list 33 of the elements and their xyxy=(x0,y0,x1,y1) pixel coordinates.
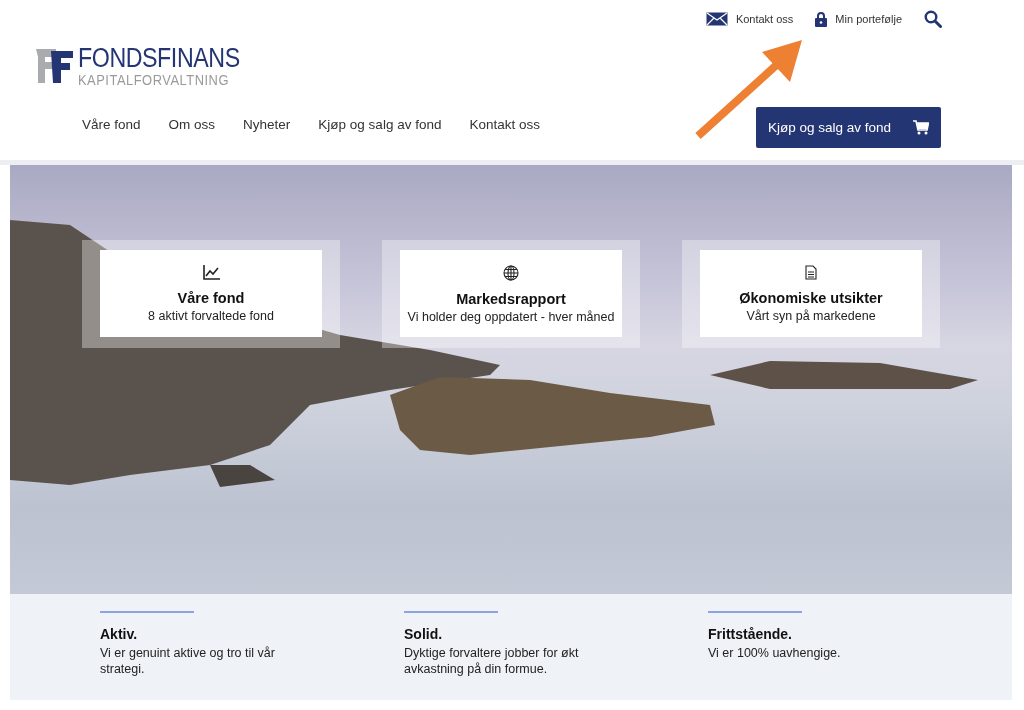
buy-sell-button[interactable]: Kjøp og salg av fond xyxy=(756,107,941,148)
globe-icon xyxy=(503,265,519,281)
nav-link[interactable]: Nyheter xyxy=(243,117,291,132)
nav-link[interactable]: Våre fond xyxy=(82,117,141,132)
card-title: Våre fond xyxy=(177,290,245,306)
top-link[interactable]: Min portefølje xyxy=(815,11,902,27)
logo-name: FONDSFINANS xyxy=(78,45,240,72)
card-subtitle: 8 aktivt forvaltede fond xyxy=(148,309,274,323)
card-subtitle: Vi holder deg oppdatert - hver måned xyxy=(407,310,615,324)
top-link[interactable]: Kontakt oss xyxy=(705,12,794,26)
card-title: Økonomiske utsikter xyxy=(739,290,883,306)
nav-link[interactable]: Kontakt oss xyxy=(469,117,540,132)
info-card[interactable]: Våre fond 8 aktivt forvaltede fond xyxy=(100,250,322,337)
nav-link[interactable]: Kjøp og salg av fond xyxy=(318,117,442,132)
line-chart-icon xyxy=(202,265,220,280)
feature-text: Dyktige forvaltere jobber for økt avkastning på din formue. xyxy=(404,645,580,677)
feature-text: Vi er genuint aktive og tro til vår strategi. xyxy=(100,645,276,677)
feature-text: Vi er 100% uavhengige. xyxy=(708,645,842,661)
feature-title: Aktiv. xyxy=(100,626,139,642)
info-card[interactable]: Økonomiske utsikter Vårt syn på markedene xyxy=(700,250,922,337)
logo-tagline: KAPITALFORVALTNING xyxy=(78,72,230,87)
cart-icon xyxy=(913,120,930,135)
feature-title: Frittstående. xyxy=(708,626,793,642)
padlock-icon xyxy=(815,11,828,27)
envelope-icon xyxy=(705,12,728,26)
info-card[interactable]: Markedsrapport Vi holder deg oppdatert - hver måned xyxy=(400,250,622,337)
feature-title: Solid. xyxy=(404,626,444,642)
nav-link[interactable]: Om oss xyxy=(168,117,216,132)
card-title: Markedsrapport xyxy=(456,291,566,307)
search-icon[interactable] xyxy=(924,10,942,28)
document-icon xyxy=(805,265,817,280)
card-subtitle: Vårt syn på markedene xyxy=(746,309,876,323)
logo-mark-icon xyxy=(36,47,74,85)
